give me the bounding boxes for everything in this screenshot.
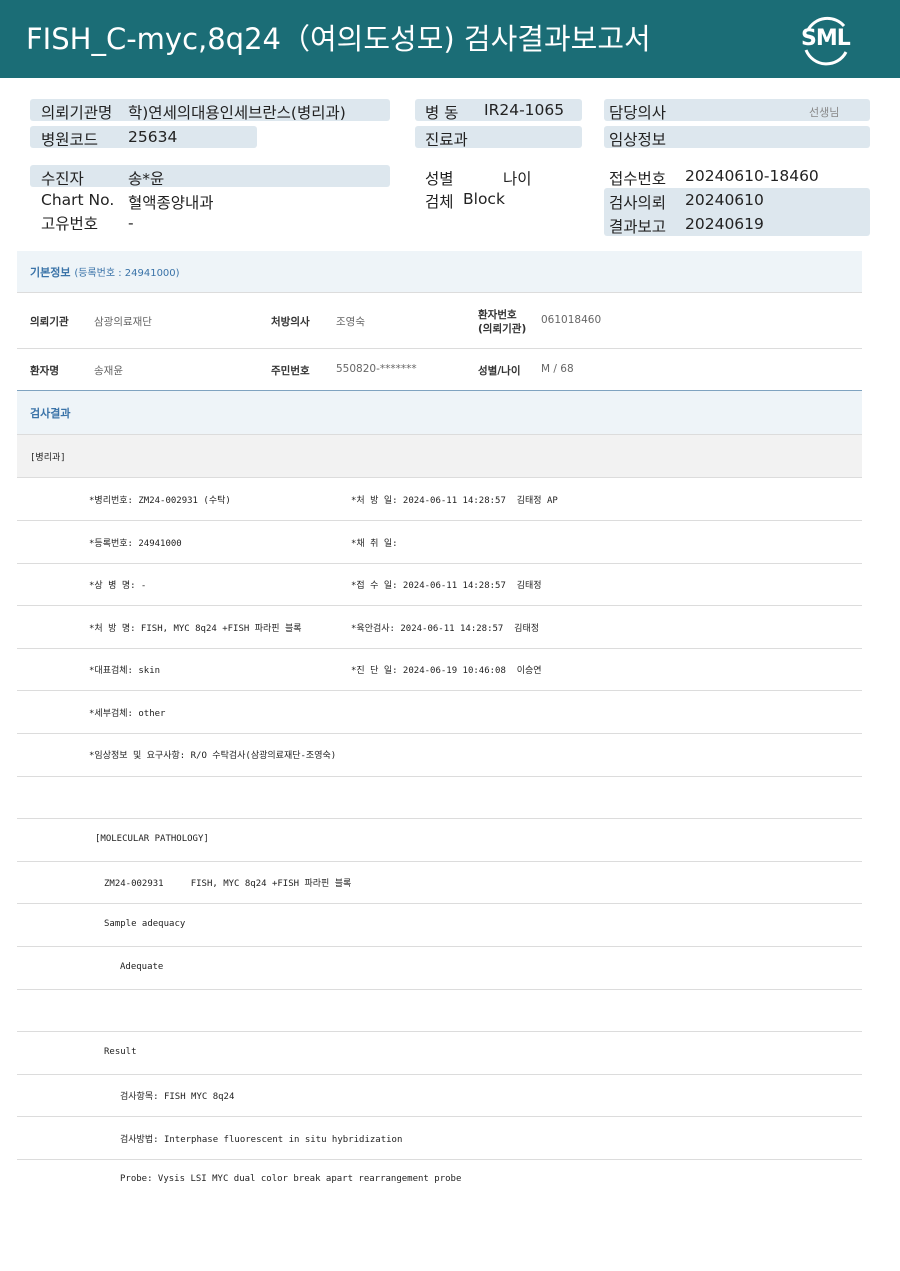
sex-label: 성별 bbox=[425, 170, 454, 188]
receipt-label: 접수번호 bbox=[609, 170, 667, 188]
result-line: Probe: Vysis LSI MYC dual color break ap… bbox=[120, 1174, 462, 1184]
result-line: *육안검사: 2024-06-11 14:28:57 김태정 bbox=[351, 624, 540, 634]
ptno-label-1: 환자번호 bbox=[478, 309, 517, 321]
result-line: Result bbox=[104, 1047, 137, 1057]
hospital-code-label: 병원코드 bbox=[41, 131, 99, 149]
result-line: *진 단 일: 2024-06-19 10:46:08 이승연 bbox=[351, 666, 542, 676]
divider bbox=[17, 946, 862, 947]
inst-value: 삼광의료재단 bbox=[94, 316, 152, 328]
doctor-suffix: 선생님 bbox=[809, 106, 840, 119]
ward-label: 병 동 bbox=[425, 104, 459, 122]
basic-info-title: 기본정보 (등록번호 : 24941000) bbox=[30, 264, 180, 280]
specimen-label: 검체 bbox=[425, 193, 454, 211]
request-label: 검사의뢰 bbox=[609, 194, 667, 212]
result-line: *임상정보 및 요구사항: R/O 수탁검사(삼광의료재단-조영숙) bbox=[89, 751, 337, 761]
results-subhead: [병리과] bbox=[30, 453, 66, 463]
ptno-value: 061018460 bbox=[541, 314, 602, 326]
result-line: ZM24-002931 FISH, MYC 8q24 +FISH 파라핀 블록 bbox=[104, 879, 352, 889]
basic-info-title-text: 기본정보 bbox=[30, 266, 71, 279]
divider bbox=[17, 989, 862, 990]
institution-value: 학)연세의대용인세브란스(병리과) bbox=[128, 104, 346, 122]
rrn-value: 550820-******* bbox=[336, 363, 417, 375]
report-title: FISH_C-myc,8q24（여의도성모) 검사결과보고서 bbox=[26, 22, 651, 56]
result-line: *세부검체: other bbox=[89, 709, 166, 719]
unique-value: - bbox=[128, 214, 134, 232]
prescriber-value: 조영숙 bbox=[336, 316, 365, 328]
receipt-value: 20240610-18460 bbox=[685, 167, 819, 185]
ward-value: IR24-1065 bbox=[484, 101, 565, 119]
chart-label: Chart No. bbox=[41, 191, 115, 209]
name-value: 송재윤 bbox=[94, 365, 123, 377]
patient-label: 수진자 bbox=[41, 170, 84, 188]
divider bbox=[17, 1074, 862, 1075]
sml-logo: SML bbox=[798, 12, 854, 66]
logo-text: SML bbox=[801, 26, 851, 51]
result-line: *채 취 일: bbox=[351, 539, 398, 549]
sexage-label: 성별/나이 bbox=[478, 365, 521, 377]
rrn-label: 주민번호 bbox=[271, 365, 310, 377]
report-label: 결과보고 bbox=[609, 218, 667, 236]
patient-pill bbox=[30, 165, 390, 187]
result-line: *처 방 명: FISH, MYC 8q24 +FISH 파라핀 블록 bbox=[89, 624, 302, 634]
result-line: *등록번호: 24941000 bbox=[89, 539, 182, 549]
divider bbox=[17, 348, 862, 349]
result-line: *접 수 일: 2024-06-11 14:28:57 김태정 bbox=[351, 581, 542, 591]
divider bbox=[17, 903, 862, 904]
specimen-value: Block bbox=[463, 190, 505, 208]
result-line: *대표검체: skin bbox=[89, 666, 161, 676]
result-line: *상 병 명: - bbox=[89, 581, 147, 591]
result-line: *병리번호: ZM24-002931 (수탁) bbox=[89, 496, 231, 506]
result-line: [MOLECULAR PATHOLOGY] bbox=[95, 834, 209, 844]
divider bbox=[17, 861, 862, 862]
result-line: 검사항목: FISH MYC 8q24 bbox=[120, 1092, 235, 1102]
divider bbox=[17, 690, 862, 691]
divider bbox=[17, 605, 862, 606]
result-line: Sample adequacy bbox=[104, 919, 186, 929]
institution-label: 의뢰기관명 bbox=[41, 104, 113, 122]
report-value: 20240619 bbox=[685, 215, 764, 233]
age-label: 나이 bbox=[503, 170, 532, 188]
divider bbox=[17, 733, 862, 734]
chart-value: 혈액종양내과 bbox=[128, 194, 214, 212]
divider bbox=[17, 818, 862, 819]
result-line: Adequate bbox=[120, 962, 164, 972]
report-header: FISH_C-myc,8q24（여의도성모) 검사결과보고서 SML bbox=[0, 0, 900, 78]
dept-label: 진료과 bbox=[425, 131, 468, 149]
subhead-bar bbox=[17, 435, 862, 477]
doctor-label: 담당의사 bbox=[609, 104, 667, 122]
result-line: *처 방 일: 2024-06-11 14:28:57 김태정 AP bbox=[351, 496, 558, 506]
divider bbox=[17, 1159, 862, 1160]
divider bbox=[17, 292, 862, 293]
results-title: 검사결과 bbox=[30, 407, 71, 420]
inst-label: 의뢰기관 bbox=[30, 316, 69, 328]
divider bbox=[17, 520, 862, 521]
divider bbox=[17, 563, 862, 564]
result-line: 검사방법: Interphase fluorescent in situ hyb… bbox=[120, 1135, 403, 1145]
patient-value: 송*윤 bbox=[128, 170, 165, 188]
unique-label: 고유번호 bbox=[41, 215, 99, 233]
divider bbox=[17, 1031, 862, 1032]
divider bbox=[17, 477, 862, 478]
results-bar bbox=[17, 391, 862, 434]
request-value: 20240610 bbox=[685, 191, 764, 209]
divider bbox=[17, 648, 862, 649]
sexage-value: M / 68 bbox=[541, 363, 574, 375]
basic-info-reg: (등록번호 : 24941000) bbox=[74, 268, 180, 279]
ptno-label-2: (의뢰기관) bbox=[478, 323, 527, 335]
divider bbox=[17, 776, 862, 777]
divider bbox=[17, 1116, 862, 1117]
hospital-code-value: 25634 bbox=[128, 128, 178, 146]
clinical-info-label: 임상정보 bbox=[609, 131, 667, 149]
prescriber-label: 처방의사 bbox=[271, 316, 310, 328]
name-label: 환자명 bbox=[30, 365, 59, 377]
